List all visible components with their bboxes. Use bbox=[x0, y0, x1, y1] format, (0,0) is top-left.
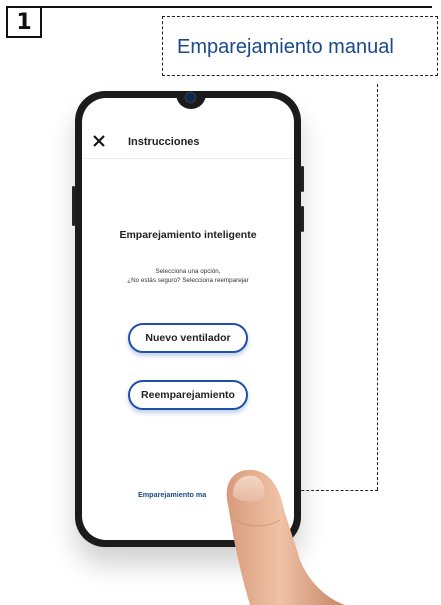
phone-device: Instrucciones Emparejamiento inteligente… bbox=[72, 91, 304, 547]
subtitle-line-2: ¿No estás seguro? Selecciona reemparejar bbox=[127, 276, 249, 284]
manual-pairing-link[interactable]: Emparejamiento ma bbox=[138, 490, 206, 499]
side-button bbox=[301, 166, 304, 192]
callout-leader-vertical bbox=[377, 84, 378, 490]
callout-title: Emparejamiento manual bbox=[177, 36, 394, 58]
phone-screen: Instrucciones Emparejamiento inteligente… bbox=[82, 98, 294, 540]
power-button bbox=[301, 206, 304, 232]
header-divider bbox=[82, 158, 294, 159]
smart-pairing-subtitle: Selecciona una opción, ¿No estás seguro?… bbox=[82, 268, 294, 285]
screen-title: Instrucciones bbox=[128, 136, 200, 148]
new-fan-button[interactable]: Nuevo ventilador bbox=[128, 323, 248, 353]
repair-button[interactable]: Reemparejamiento bbox=[128, 380, 248, 410]
subtitle-line-1: Selecciona una opción, bbox=[155, 268, 221, 275]
front-camera bbox=[186, 93, 195, 102]
volume-button bbox=[72, 186, 75, 226]
top-divider bbox=[42, 6, 432, 8]
smart-pairing-title: Emparejamiento inteligente bbox=[119, 229, 257, 241]
close-icon[interactable] bbox=[92, 134, 106, 148]
step-number-badge: 1 bbox=[6, 6, 42, 38]
